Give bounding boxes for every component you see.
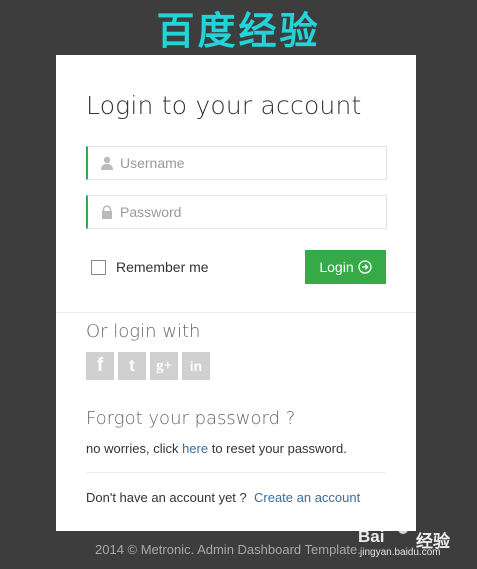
username-field[interactable] — [86, 146, 387, 180]
signup-line: Don't have an account yet ? Create an ac… — [86, 490, 360, 505]
remember-me[interactable]: Remember me — [91, 259, 209, 275]
lock-icon — [102, 205, 112, 219]
watermark-url: jingyan.baidu.com — [360, 547, 441, 558]
forgot-password-text: no worries, click here to reset your pas… — [86, 441, 347, 456]
section-divider-2 — [86, 472, 386, 473]
login-card: Login to your account Remember me Login … — [56, 55, 416, 531]
twitter-icon: t — [129, 356, 135, 375]
social-login-heading: Or login with — [86, 321, 201, 342]
section-divider — [56, 312, 416, 313]
remember-checkbox[interactable] — [91, 259, 106, 275]
remember-label: Remember me — [116, 259, 209, 275]
baidu-watermark: Bai 经验 jingyan.baidu.com — [358, 513, 476, 563]
paw-icon — [394, 516, 413, 534]
google-plus-button[interactable]: g+ — [150, 352, 178, 380]
linkedin-button[interactable]: in — [182, 352, 210, 380]
username-input[interactable] — [120, 147, 370, 179]
create-account-link[interactable]: Create an account — [254, 490, 360, 505]
forgot-text-after: to reset your password. — [208, 441, 347, 456]
reset-password-link[interactable]: here — [182, 441, 208, 456]
linkedin-icon: in — [189, 358, 203, 374]
twitter-button[interactable]: t — [118, 352, 146, 380]
banner-title: 百度经验 — [156, 8, 321, 53]
watermark-brand: Bai — [358, 527, 385, 546]
password-field[interactable] — [86, 195, 387, 229]
google-plus-icon: g+ — [155, 357, 173, 374]
forgot-text-before: no worries, click — [86, 441, 183, 456]
facebook-button[interactable]: f — [86, 352, 114, 380]
copyright-text: 2014 © Metronic. Admin Dashboard Templat… — [95, 542, 361, 557]
login-button[interactable]: Login — [305, 250, 386, 284]
login-button-label: Login — [319, 259, 354, 275]
password-input[interactable] — [120, 196, 370, 228]
signup-text: Don't have an account yet ? — [86, 490, 247, 505]
facebook-icon: f — [96, 355, 104, 376]
page-title: Login to your account — [86, 91, 362, 120]
social-buttons: f t g+ in — [86, 352, 210, 380]
forgot-password-heading: Forgot your password ? — [86, 408, 296, 429]
user-icon — [101, 156, 113, 170]
arrow-circle-right-icon — [357, 260, 372, 274]
